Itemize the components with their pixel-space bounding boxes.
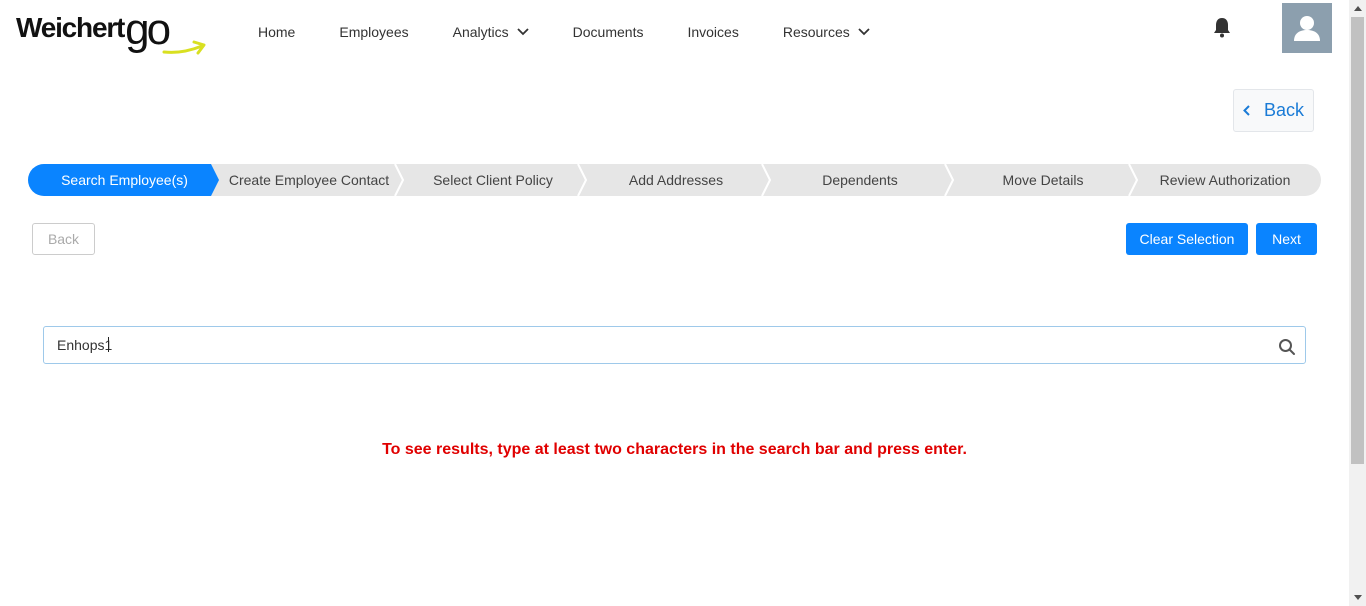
- step-select-client-policy[interactable]: Select Client Policy: [403, 164, 583, 196]
- step-move-details[interactable]: Move Details: [953, 164, 1133, 196]
- wizard-back-button[interactable]: Back: [32, 223, 95, 255]
- step-label: Select Client Policy: [433, 172, 553, 188]
- clear-selection-button[interactable]: Clear Selection: [1126, 223, 1248, 255]
- search-icon[interactable]: [1278, 338, 1296, 356]
- nav-employees[interactable]: Employees: [339, 24, 408, 40]
- step-create-employee-contact[interactable]: Create Employee Contact: [219, 164, 399, 196]
- step-label: Create Employee Contact: [228, 172, 390, 188]
- wizard-stepper: Search Employee(s) Create Employee Conta…: [28, 164, 1321, 196]
- nav-resources[interactable]: Resources: [783, 24, 870, 40]
- nav-invoices[interactable]: Invoices: [687, 24, 738, 40]
- nav-resources-label: Resources: [782, 24, 850, 40]
- next-label: Next: [1272, 231, 1301, 247]
- nav-home[interactable]: Home: [258, 24, 295, 40]
- nav-invoices-label: Invoices: [687, 24, 739, 40]
- step-label: Dependents: [822, 172, 898, 188]
- logo-wordmark: Weichert: [16, 12, 125, 43]
- step-add-addresses[interactable]: Add Addresses: [586, 164, 766, 196]
- triangle-up-icon: [1353, 6, 1362, 11]
- scroll-down-button[interactable]: [1349, 589, 1366, 606]
- nav-documents[interactable]: Documents: [573, 24, 644, 40]
- nav-documents-label: Documents: [572, 24, 644, 40]
- search-box[interactable]: [43, 326, 1306, 364]
- step-label: Review Authorization: [1159, 172, 1291, 188]
- clear-selection-label: Clear Selection: [1139, 231, 1235, 247]
- nav-analytics[interactable]: Analytics: [453, 24, 529, 40]
- page-back-label: Back: [1263, 100, 1305, 120]
- wizard-back-label: Back: [47, 231, 80, 247]
- scroll-thumb[interactable]: [1351, 17, 1364, 464]
- top-header: Weichert go Home Employees Analytics Doc…: [0, 0, 1349, 64]
- logo-arrow-icon: [162, 40, 206, 55]
- chevron-down-icon: [517, 28, 529, 36]
- bell-icon[interactable]: [1212, 16, 1232, 38]
- page-scrollbar[interactable]: [1349, 0, 1366, 606]
- search-hint-message: To see results, type at least two charac…: [382, 441, 967, 458]
- step-label: Search Employee(s): [61, 172, 188, 188]
- step-label: Move Details: [1002, 172, 1084, 188]
- nav-home-label: Home: [258, 24, 296, 40]
- brand-logo[interactable]: Weichert go: [16, 8, 206, 56]
- main-nav: Home Employees Analytics Documents Invoi…: [236, 0, 892, 64]
- triangle-down-icon: [1353, 595, 1362, 600]
- next-button[interactable]: Next: [1256, 223, 1317, 255]
- user-avatar-icon: [1294, 16, 1320, 41]
- avatar[interactable]: [1282, 3, 1332, 53]
- scroll-up-button[interactable]: [1349, 0, 1366, 17]
- search-input[interactable]: [57, 327, 1267, 363]
- nav-analytics-label: Analytics: [452, 24, 509, 40]
- step-dependents[interactable]: Dependents: [770, 164, 950, 196]
- step-search-employees[interactable]: Search Employee(s): [28, 164, 221, 196]
- page-back-button[interactable]: Back: [1233, 89, 1314, 132]
- step-review-authorization[interactable]: Review Authorization: [1137, 164, 1313, 196]
- chevron-left-icon: [1243, 105, 1250, 116]
- nav-employees-label: Employees: [339, 24, 409, 40]
- text-caret: [108, 337, 109, 352]
- step-label: Add Addresses: [628, 172, 724, 188]
- chevron-down-icon: [858, 28, 870, 36]
